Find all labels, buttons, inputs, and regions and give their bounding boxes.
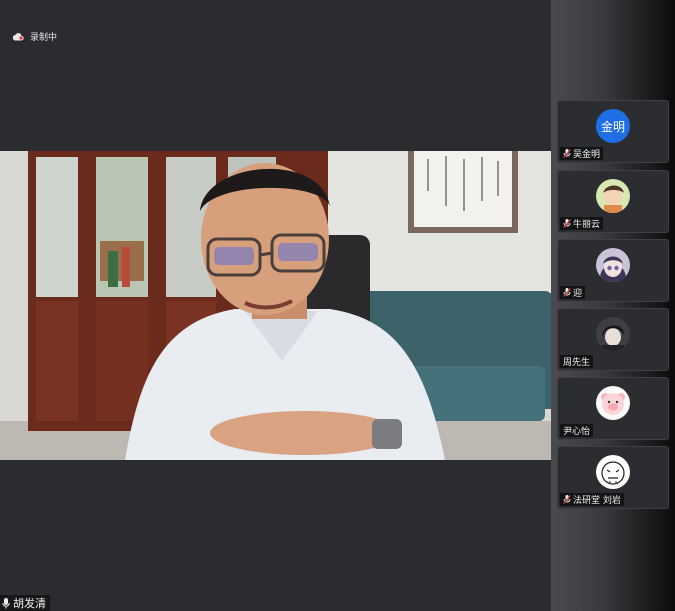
participant-name: 迎 [573,289,583,299]
main-speaker-name: 胡发清 [13,597,46,610]
microphone-muted-icon [563,495,571,504]
microphone-muted-icon [563,288,571,297]
participant-tile[interactable]: 法研堂 刘岩 [557,446,669,509]
participant-avatar [596,455,630,489]
participant-name-tag: 吴金明 [560,147,604,160]
participant-tile[interactable]: 迎 [557,239,669,302]
participant-name-tag: 法研堂 刘岩 [560,493,624,506]
participant-name: 尹心怡 [563,427,591,437]
participant-name: 牛丽云 [573,220,601,230]
participants-sidebar[interactable] [551,0,675,611]
participant-avatar: 金明 [596,109,630,143]
microphone-icon [2,597,10,608]
participant-avatar [596,248,630,282]
participant-name-tag: 迎 [560,286,586,299]
participant-avatar [596,179,630,213]
microphone-muted-icon [563,149,571,158]
participant-name: 周先生 [563,358,591,368]
participant-name: 法研堂 刘岩 [573,496,621,506]
participant-name: 吴金明 [573,150,601,160]
participant-avatar [596,317,630,351]
participant-avatar [596,386,630,420]
participant-name-tag: 周先生 [560,355,594,368]
cloud-record-icon [12,33,24,41]
main-speaker-label: 胡发清 [0,595,50,611]
speaker-video[interactable] [0,151,551,460]
speaker-video-frame [0,151,551,460]
main-video-area: 录制中 胡发清 [0,0,551,611]
participant-name-tag: 尹心怡 [560,424,594,437]
microphone-muted-icon [563,219,571,228]
recording-label: 录制中 [30,33,58,43]
participant-tile[interactable]: 周先生 [557,308,669,371]
participant-name-tag: 牛丽云 [560,217,604,230]
participant-tile[interactable]: 牛丽云 [557,170,669,233]
recording-indicator[interactable]: 录制中 [12,30,57,43]
participant-tile[interactable]: 尹心怡 [557,377,669,440]
participant-tile[interactable]: 金明 吴金明 [557,100,669,163]
